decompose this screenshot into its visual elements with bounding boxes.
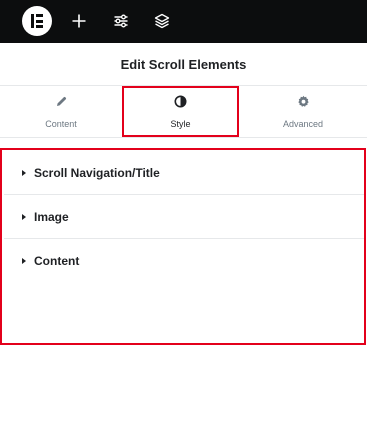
- section-label: Image: [34, 210, 69, 224]
- section-image[interactable]: Image: [4, 196, 364, 239]
- plus-icon[interactable]: [70, 12, 88, 30]
- tab-content-label: Content: [45, 119, 77, 129]
- pencil-icon: [55, 95, 68, 113]
- section-scroll-navigation-title[interactable]: Scroll Navigation/Title: [4, 152, 364, 195]
- caret-right-icon: [22, 214, 26, 220]
- tab-style[interactable]: Style: [122, 86, 239, 138]
- caret-right-icon: [22, 170, 26, 176]
- section-label: Content: [34, 253, 80, 268]
- tab-content[interactable]: Content: [0, 86, 122, 138]
- panel-title: Edit Scroll Elements: [120, 56, 247, 72]
- tab-advanced-label: Advanced: [282, 119, 324, 129]
- layers-icon[interactable]: [153, 12, 171, 30]
- panel-header: Edit Scroll Elements: [0, 43, 367, 86]
- elementor-logo-icon[interactable]: [22, 6, 52, 36]
- tab-style-label: Style: [170, 119, 191, 129]
- editor-top-bar: [0, 0, 367, 43]
- gear-icon: [297, 95, 310, 113]
- panel-tabs: Content Style Advanced: [0, 86, 367, 138]
- contrast-icon: [174, 95, 187, 113]
- sliders-icon[interactable]: [112, 12, 130, 30]
- tab-advanced[interactable]: Advanced: [239, 86, 367, 138]
- style-sections-panel: Scroll Navigation/Title Image Content: [0, 148, 366, 345]
- section-content[interactable]: Content: [4, 239, 364, 282]
- caret-right-icon: [22, 257, 26, 264]
- section-label: Scroll Navigation/Title: [34, 166, 160, 180]
